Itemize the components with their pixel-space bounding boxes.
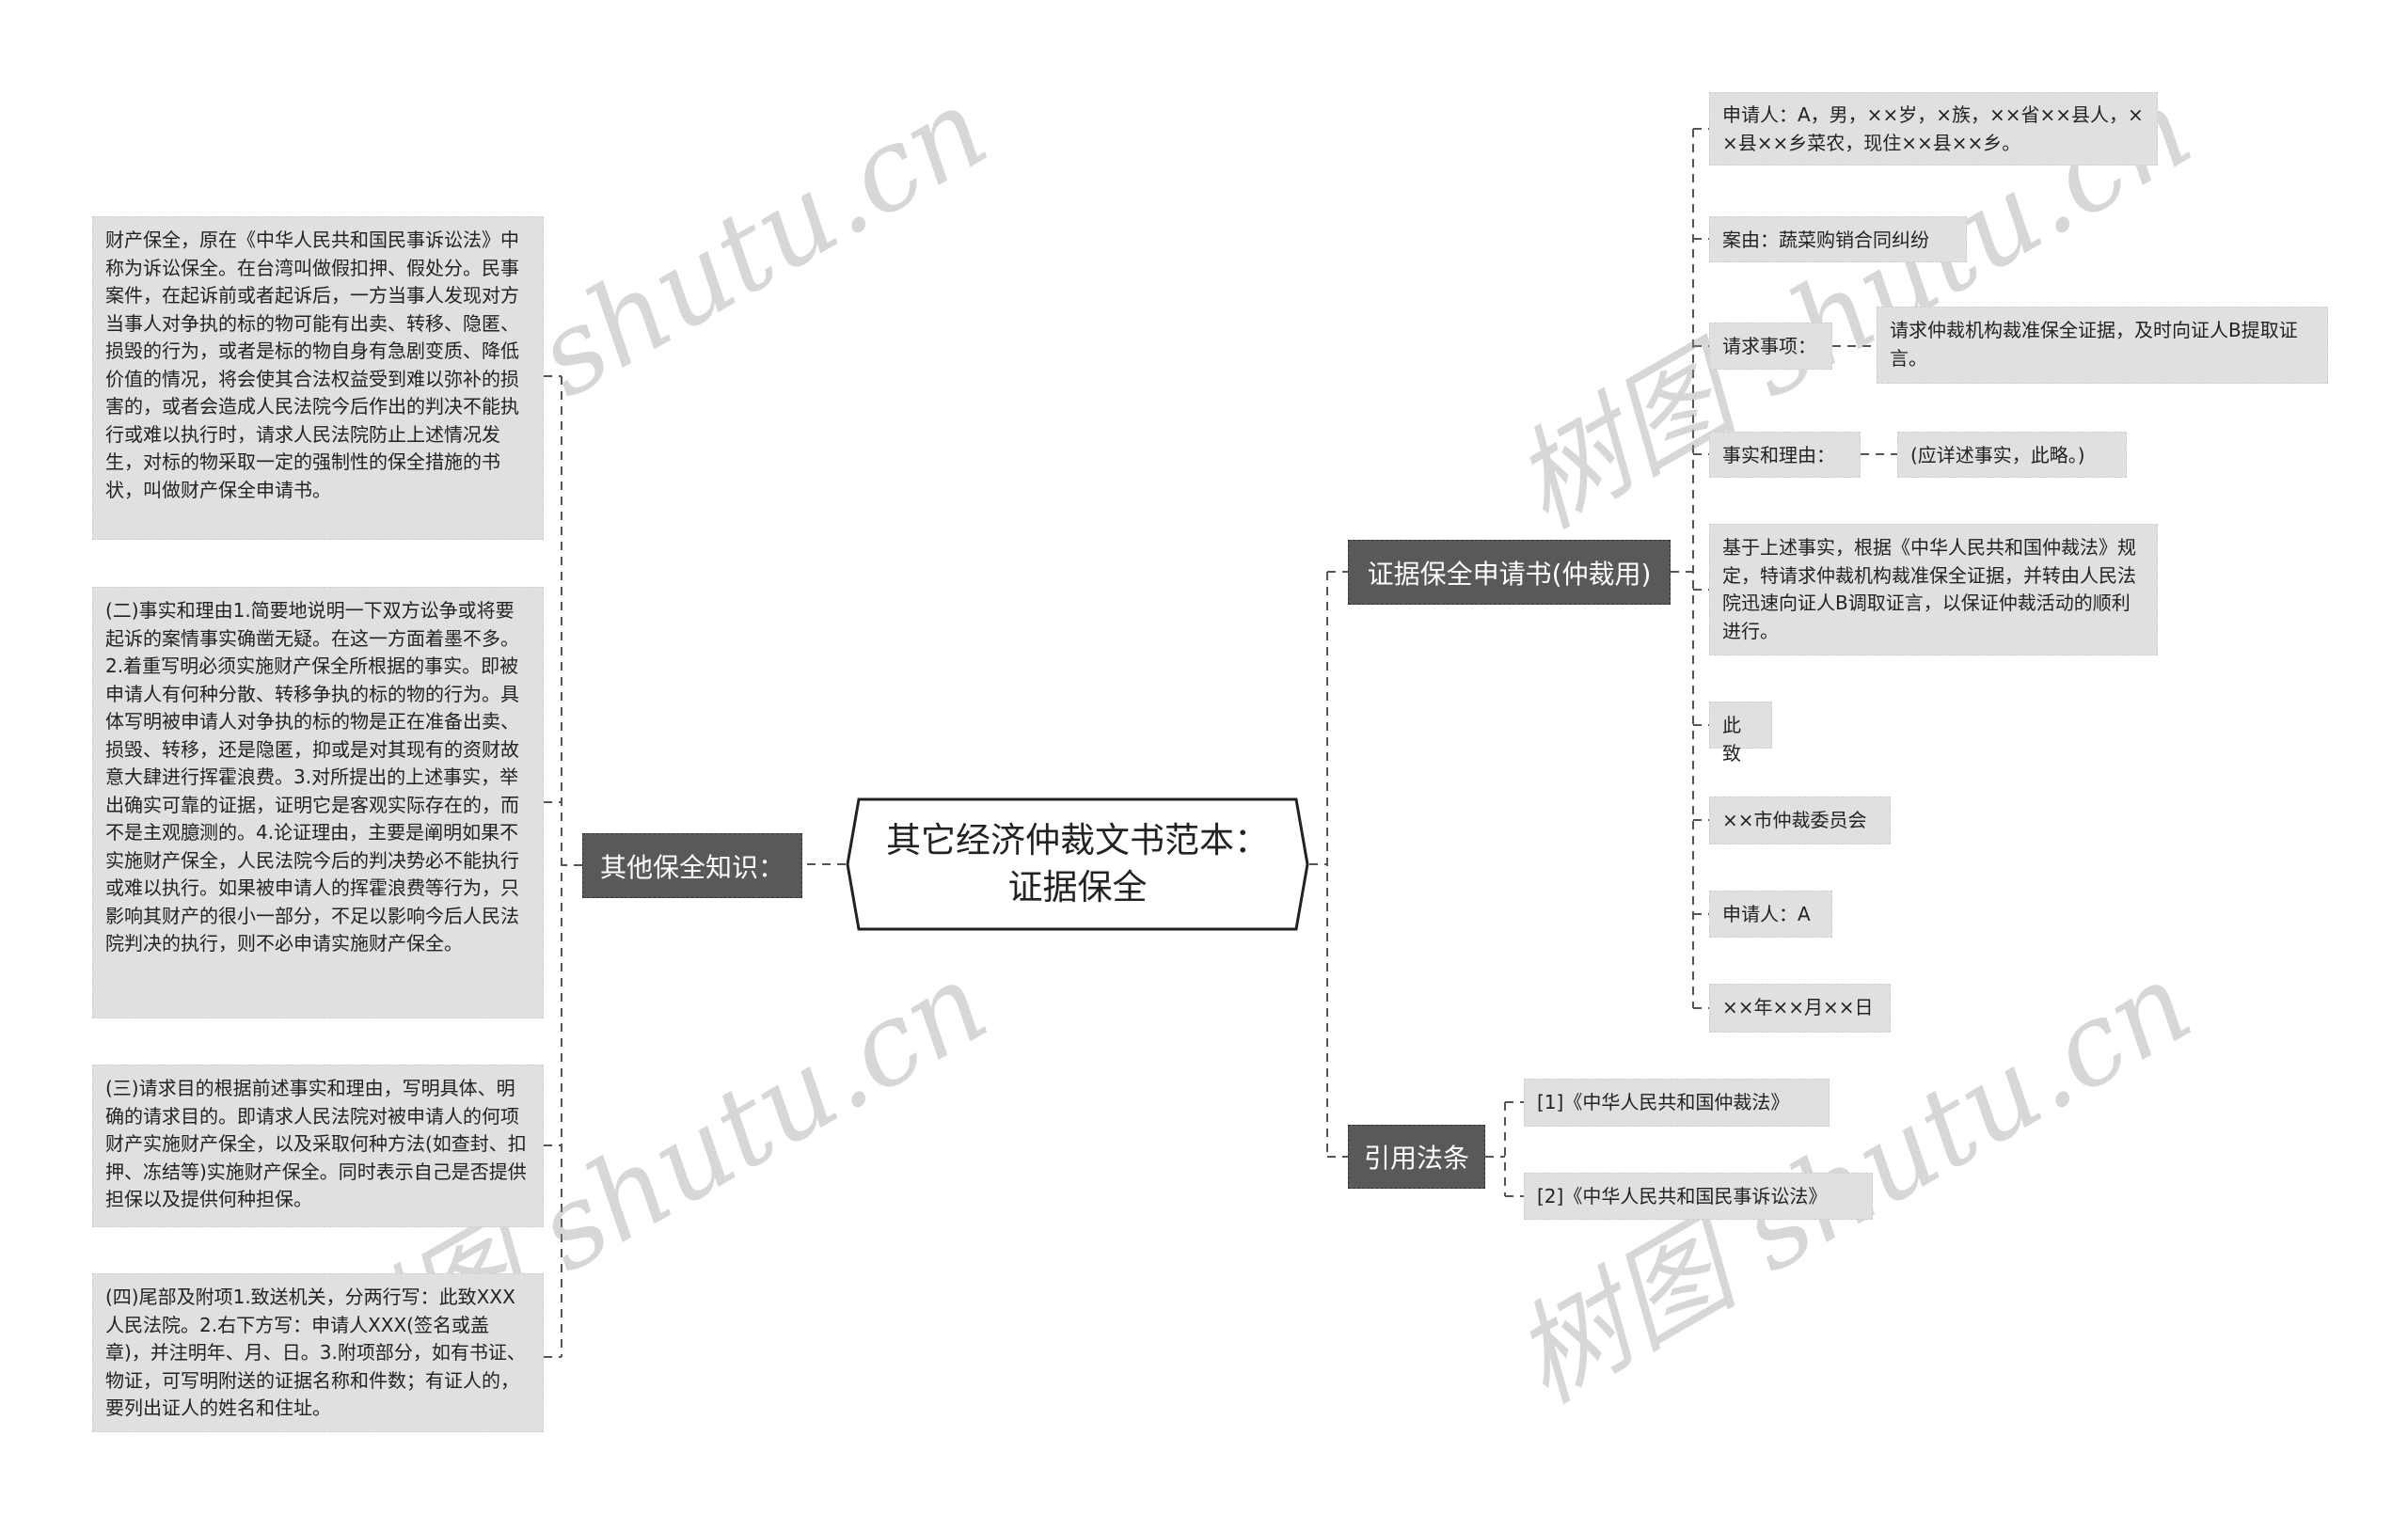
application-item-applicant-info[interactable]: 申请人：A，男，××岁，×族，××省××县人，××县××乡菜农，现住××县××乡… — [1709, 92, 2158, 166]
law-item-civil-procedure-law[interactable]: [2]《中华人民共和国民事诉讼法》 — [1524, 1173, 1873, 1220]
knowledge-item-property-preservation[interactable]: 财产保全，原在《中华人民共和国民事诉讼法》中称为诉讼保全。在台湾叫做假扣押、假处… — [92, 216, 544, 540]
application-item-case-cause[interactable]: 案由：蔬菜购销合同纠纷 — [1709, 216, 1967, 262]
application-item-committee[interactable]: ××市仲裁委员会 — [1709, 797, 1891, 844]
branch-label: 引用法条 — [1363, 1143, 1469, 1174]
application-item-request[interactable]: 请求事项： — [1709, 323, 1832, 370]
central-topic-line2: 证据保全 — [1007, 867, 1148, 907]
knowledge-item-facts-reasons[interactable]: (二)事实和理由1.简要地说明一下双方讼争或将要起诉的案情事实确凿无疑。在这一方… — [92, 587, 544, 1018]
central-topic-line1: 其它经济仲裁文书范本： — [886, 820, 1269, 860]
application-item-facts[interactable]: 事实和理由： — [1709, 432, 1861, 478]
branch-label: 其他保全知识： — [599, 851, 784, 883]
branch-other-preservation-knowledge[interactable]: 其他保全知识： — [582, 833, 802, 898]
law-item-arbitration-law[interactable]: [1]《中华人民共和国仲裁法》 — [1524, 1079, 1830, 1127]
application-item-basis[interactable]: 基于上述事实，根据《中华人民共和国仲裁法》规定，特请求仲裁机构裁准保全证据，并转… — [1709, 524, 2158, 655]
branch-label: 证据保全申请书(仲裁用) — [1367, 558, 1652, 590]
application-item-request-detail[interactable]: 请求仲裁机构裁准保全证据，及时向证人B提取证言。 — [1877, 307, 2328, 384]
knowledge-item-ending-attachments[interactable]: (四)尾部及附项1.致送机关，分两行写：此致XXX人民法院。2.右下方写：申请人… — [92, 1273, 544, 1432]
application-item-date[interactable]: ××年××月××日 — [1709, 984, 1891, 1033]
application-item-salutation[interactable]: 此致 — [1709, 702, 1772, 765]
application-item-facts-detail[interactable]: (应详述事实，此略。) — [1897, 432, 2127, 478]
knowledge-item-request-purpose[interactable]: (三)请求目的根据前述事实和理由，写明具体、明确的请求目的。即请求人民法院对被申… — [92, 1065, 544, 1227]
branch-evidence-preservation-application[interactable]: 证据保全申请书(仲裁用) — [1348, 540, 1671, 605]
central-topic[interactable]: 其它经济仲裁文书范本： 证据保全 — [846, 797, 1309, 931]
application-item-signature[interactable]: 申请人：A — [1709, 891, 1832, 938]
branch-cited-laws[interactable]: 引用法条 — [1348, 1125, 1485, 1189]
